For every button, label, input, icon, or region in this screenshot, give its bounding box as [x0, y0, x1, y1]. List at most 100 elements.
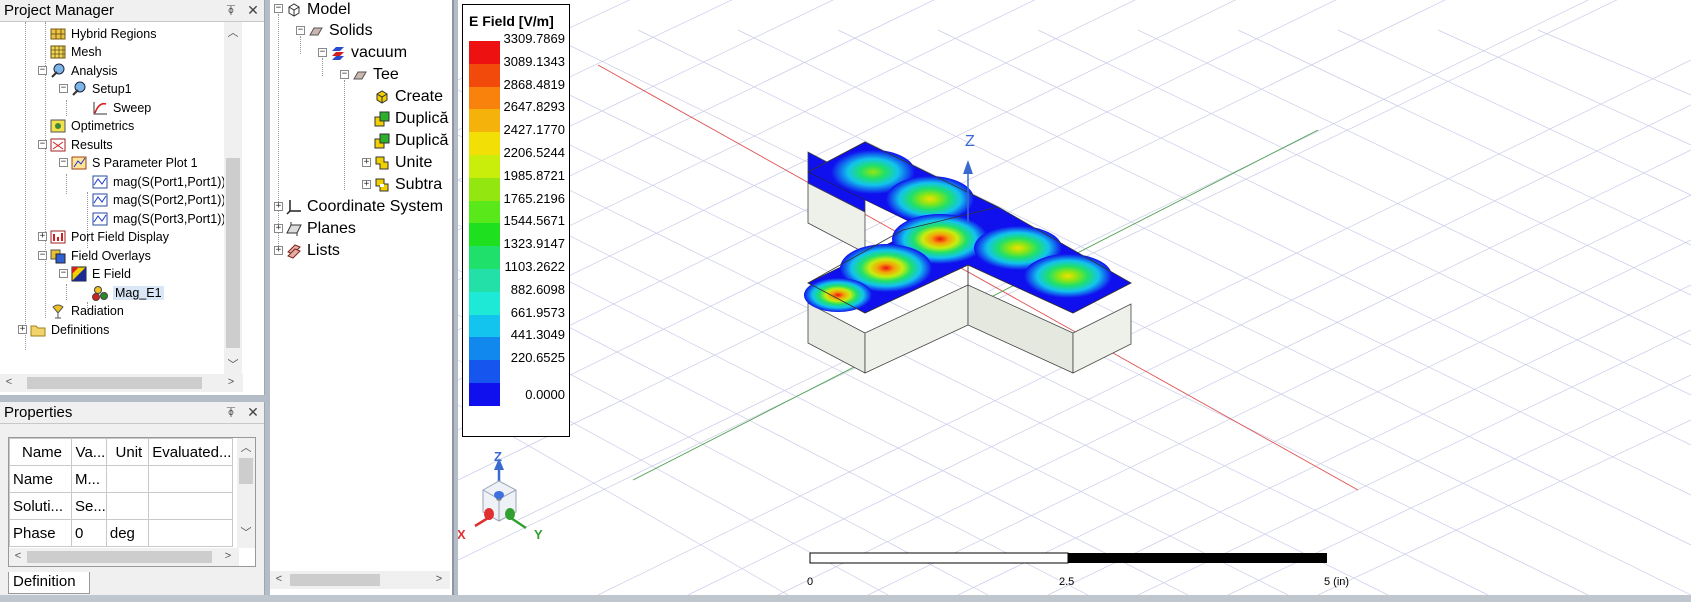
table-row[interactable]: Name M... [9, 465, 233, 493]
legend-swatch [469, 291, 500, 316]
orientation-triad[interactable]: Z X Y [458, 449, 543, 542]
scroll-up-icon[interactable]: ︿ [237, 439, 255, 455]
tree-item-label: Create [395, 88, 444, 105]
planes-icon [286, 221, 302, 237]
analysis-icon [50, 63, 66, 79]
scroll-thumb[interactable] [27, 377, 202, 389]
tree-item-unite[interactable]: Unite [374, 152, 432, 174]
collapse-toggle-setup1[interactable]: − [59, 84, 68, 93]
properties-horizontal-scrollbar[interactable]: < > [9, 548, 239, 566]
collapse-toggle-analysis[interactable]: − [38, 66, 47, 75]
tree-item-radiation[interactable]: Radiation [50, 301, 124, 321]
3d-scene[interactable]: Z Z X Y 0 2.5 5 (in) [458, 0, 1691, 595]
collapse-toggle-s-parameter-plot[interactable]: − [59, 158, 68, 167]
3d-viewport[interactable]: Z Z X Y 0 2.5 5 (in) E Field [V/m] 3309.… [458, 0, 1691, 595]
collapse-toggle-field-overlays[interactable]: − [38, 251, 47, 260]
cell-value[interactable]: Se... [71, 492, 107, 520]
close-icon[interactable]: ✕ [242, 2, 264, 19]
tree-item-label: mag(S(Port1,Port1)) [113, 175, 226, 189]
scroll-left-icon[interactable]: < [270, 573, 288, 585]
tree-item-trace-2[interactable]: mag(S(Port2,Port1)) [92, 190, 226, 210]
scroll-down-icon[interactable]: ﹀ [237, 524, 255, 540]
tree-item-lists[interactable]: Lists [286, 240, 340, 262]
legend-swatch [469, 360, 500, 384]
tree-item-label: S Parameter Plot 1 [92, 156, 198, 170]
tree-item-definitions[interactable]: Definitions [30, 320, 109, 340]
scroll-thumb[interactable] [27, 551, 212, 563]
tree-item-field-overlays[interactable]: Field Overlays [50, 246, 151, 266]
tree-item-setup1[interactable]: Setup1 [71, 79, 132, 99]
scroll-thumb[interactable] [239, 458, 253, 484]
tree-item-tee[interactable]: Tee [352, 64, 399, 86]
solids-icon [308, 23, 324, 39]
scroll-right-icon[interactable]: > [222, 376, 240, 388]
collapse-toggle-tee[interactable]: − [340, 70, 349, 79]
project-tree-vertical-scrollbar[interactable]: ︿ ﹀ [224, 22, 242, 374]
project-tree-horizontal-scrollbar[interactable]: < > [0, 374, 243, 392]
collapse-toggle-vacuum[interactable]: − [318, 48, 327, 57]
optimetrics-icon [50, 118, 66, 134]
collapse-toggle-model[interactable]: − [274, 4, 283, 13]
tree-item-optimetrics[interactable]: Optimetrics [50, 116, 134, 136]
column-header-value[interactable]: Va... [71, 438, 107, 466]
expand-toggle-planes[interactable]: + [274, 224, 283, 233]
properties-vertical-scrollbar[interactable]: ︿ ﹀ [237, 438, 255, 548]
column-header-name[interactable]: Name [9, 438, 72, 466]
cell-value[interactable]: 0 [71, 519, 107, 547]
tree-item-label: Model [307, 1, 351, 18]
scroll-right-icon[interactable]: > [430, 573, 448, 585]
tree-item-vacuum[interactable]: vacuum [330, 42, 407, 64]
scroll-up-icon[interactable]: ︿ [224, 24, 242, 40]
pin-icon[interactable]: ⍕ [220, 2, 242, 19]
expand-toggle-unite[interactable]: + [362, 158, 371, 167]
scroll-thumb[interactable] [290, 574, 380, 586]
close-icon[interactable]: ✕ [242, 404, 264, 421]
tree-item-duplicate-1[interactable]: Duplică [374, 108, 448, 130]
tree-item-e-field[interactable]: E Field [71, 264, 131, 284]
column-header-unit[interactable]: Unit [105, 438, 149, 466]
scroll-right-icon[interactable]: > [219, 550, 237, 562]
tree-item-mesh[interactable]: Mesh [50, 42, 102, 62]
tree-item-hybrid-regions[interactable]: Hybrid Regions [50, 24, 156, 44]
tree-item-analysis[interactable]: Analysis [50, 61, 118, 81]
scroll-left-icon[interactable]: < [0, 376, 18, 388]
expand-toggle-port-field-display[interactable]: + [38, 232, 47, 241]
expand-toggle-coordinate-system[interactable]: + [274, 202, 283, 211]
field-legend[interactable]: E Field [V/m] 3309.7869 3089.1343 2868.481… [462, 4, 570, 437]
collapse-toggle-e-field[interactable]: − [59, 269, 68, 278]
tab-definition[interactable]: Definition [8, 572, 90, 594]
tree-item-trace-1[interactable]: mag(S(Port1,Port1)) [92, 172, 226, 192]
tree-item-duplicate-2[interactable]: Duplică [374, 130, 448, 152]
tree-item-trace-3[interactable]: mag(S(Port3,Port1)) [92, 209, 226, 229]
tree-item-model[interactable]: Model [286, 0, 351, 21]
legend-value-label: 3089.1343 [503, 53, 565, 69]
tree-item-planes[interactable]: Planes [286, 218, 356, 240]
tree-item-results[interactable]: Results [50, 135, 113, 155]
expand-toggle-definitions[interactable]: + [18, 325, 27, 334]
tree-item-label: Planes [307, 220, 356, 237]
tree-item-port-field-display[interactable]: Port Field Display [50, 227, 169, 247]
unite-icon [374, 155, 390, 171]
pin-icon[interactable]: ⍕ [220, 404, 242, 421]
tree-item-coordinate-system[interactable]: Coordinate System [286, 196, 443, 218]
collapse-toggle-solids[interactable]: − [296, 26, 305, 35]
tree-item-subtract[interactable]: Subtra [374, 174, 442, 196]
table-row[interactable]: Soluti... Se... [9, 492, 233, 520]
scroll-thumb[interactable] [226, 158, 240, 348]
cell-value[interactable]: M... [71, 465, 107, 493]
collapse-toggle-results[interactable]: − [38, 140, 47, 149]
tree-item-solids[interactable]: Solids [308, 20, 373, 42]
expand-toggle-subtract[interactable]: + [362, 180, 371, 189]
column-header-evaluated[interactable]: Evaluated... [147, 438, 233, 466]
tree-item-s-parameter-plot-1[interactable]: S Parameter Plot 1 [71, 153, 198, 173]
scroll-down-icon[interactable]: ﹀ [224, 356, 242, 372]
tree-item-sweep[interactable]: Sweep [92, 98, 151, 118]
table-row[interactable]: Phase 0 deg [9, 519, 233, 547]
scroll-left-icon[interactable]: < [9, 550, 27, 562]
trace-icon [92, 192, 108, 208]
model-tree-horizontal-scrollbar[interactable]: < > [270, 571, 450, 589]
expand-toggle-lists[interactable]: + [274, 246, 283, 255]
subtract-icon [374, 177, 390, 193]
tree-item-mag-e1[interactable]: Mag_E1 [92, 283, 164, 303]
tree-item-create[interactable]: Create [374, 86, 443, 108]
